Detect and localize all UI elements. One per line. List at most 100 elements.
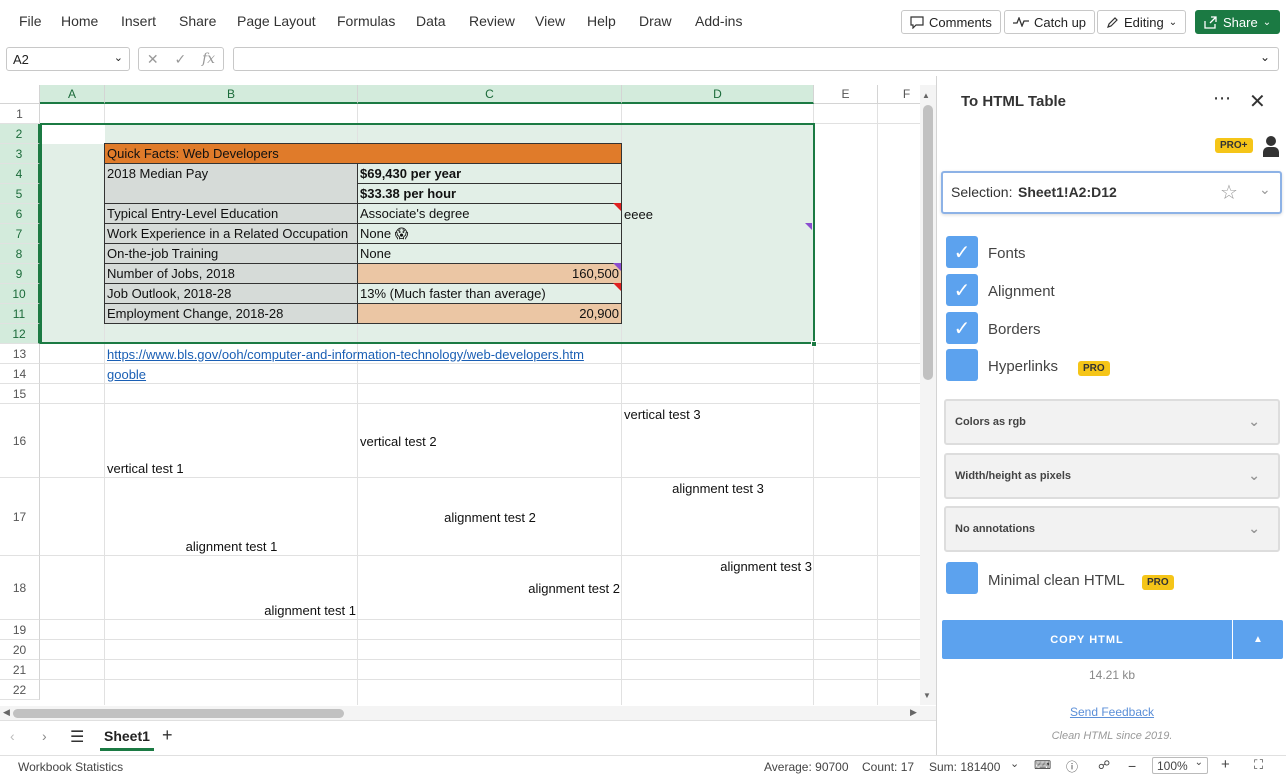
cell-c16[interactable]: vertical test 2 xyxy=(358,432,439,450)
alignment-checkbox[interactable]: ✓ xyxy=(946,274,978,306)
fill-handle[interactable] xyxy=(811,341,817,347)
menu-file[interactable]: File xyxy=(19,13,42,29)
sheet-tab-sheet1[interactable]: Sheet1 xyxy=(100,721,154,751)
worksheet-grid[interactable]: A B C D E F 1 2 3 4 5 6 7 8 9 10 11 12 1… xyxy=(0,85,936,705)
column-header-a[interactable]: A xyxy=(40,85,105,104)
row-header-11[interactable]: 11 xyxy=(0,304,40,324)
row-header-3[interactable]: 3 xyxy=(0,144,40,164)
cell-d17[interactable]: alignment test 3 xyxy=(622,479,814,497)
row-header-1[interactable]: 1 xyxy=(0,104,40,124)
row-header-14[interactable]: 14 xyxy=(0,364,40,384)
scroll-left-icon[interactable]: ◀ xyxy=(3,707,10,718)
menu-page-layout[interactable]: Page Layout xyxy=(237,13,316,29)
row-header-2[interactable]: 2 xyxy=(0,124,40,144)
horizontal-scroll-thumb[interactable] xyxy=(13,709,344,718)
hyperlink-cell-b14[interactable]: gooble xyxy=(105,364,148,384)
menu-formulas[interactable]: Formulas xyxy=(337,13,395,29)
row-header-15[interactable]: 15 xyxy=(0,384,40,404)
formula-input[interactable]: ⌄ xyxy=(233,47,1279,71)
star-icon[interactable]: ☆ xyxy=(1220,180,1238,205)
row-header-19[interactable]: 19 xyxy=(0,620,40,640)
pro-plus-badge[interactable]: PRO+ xyxy=(1215,138,1253,153)
menu-review[interactable]: Review xyxy=(469,13,515,29)
vertical-scrollbar[interactable]: ▲ ▼ xyxy=(920,85,936,705)
row-header-12[interactable]: 12 xyxy=(0,324,40,344)
row-header-18[interactable]: 18 xyxy=(0,556,40,620)
row-header-22[interactable]: 22 xyxy=(0,680,40,700)
menu-help[interactable]: Help xyxy=(587,13,616,29)
editing-mode-button[interactable]: Editing ⌄ xyxy=(1097,10,1187,34)
row-header-9[interactable]: 9 xyxy=(0,264,40,284)
row-header-16[interactable]: 16 xyxy=(0,404,40,478)
row-header-7[interactable]: 7 xyxy=(0,224,40,244)
cell-c17[interactable]: alignment test 2 xyxy=(358,508,622,526)
cell-d18[interactable]: alignment test 3 xyxy=(622,557,814,575)
scroll-up-icon[interactable]: ▲ xyxy=(922,91,930,100)
fonts-checkbox[interactable]: ✓ xyxy=(946,236,978,268)
vertical-scroll-thumb[interactable] xyxy=(923,105,933,380)
row-header-6[interactable]: 6 xyxy=(0,204,40,224)
minimal-html-checkbox[interactable] xyxy=(946,562,978,594)
cell-b16[interactable]: vertical test 1 xyxy=(105,459,186,477)
next-sheet-icon[interactable]: › xyxy=(42,728,47,744)
chevron-down-icon[interactable]: ⌄ xyxy=(1260,50,1270,64)
copy-html-button[interactable]: COPY HTML xyxy=(942,620,1232,659)
borders-checkbox[interactable]: ✓ xyxy=(946,312,978,344)
catch-up-button[interactable]: Catch up xyxy=(1004,10,1096,34)
workbook-statistics[interactable]: Workbook Statistics xyxy=(18,760,123,774)
add-sheet-icon[interactable]: + xyxy=(162,725,173,746)
menu-draw[interactable]: Draw xyxy=(639,13,672,29)
row-header-20[interactable]: 20 xyxy=(0,640,40,660)
row-header-21[interactable]: 21 xyxy=(0,660,40,680)
zoom-in-icon[interactable]: + xyxy=(1221,756,1230,773)
copy-options-button[interactable]: ▲ xyxy=(1233,620,1283,659)
chevron-down-icon[interactable]: ⌄ xyxy=(1010,757,1019,770)
column-header-e[interactable]: E xyxy=(814,85,878,104)
row-header-17[interactable]: 17 xyxy=(0,478,40,556)
menu-insert[interactable]: Insert xyxy=(121,13,156,29)
selection-field[interactable]: Selection: Sheet1!A2:D12 ☆ ⌄ xyxy=(941,171,1282,214)
all-sheets-icon[interactable]: ☰ xyxy=(70,727,84,747)
menu-data[interactable]: Data xyxy=(416,13,446,29)
horizontal-scrollbar[interactable]: ◀ ▶ xyxy=(0,706,936,720)
cell-c18[interactable]: alignment test 2 xyxy=(358,579,622,597)
scroll-right-icon[interactable]: ▶ xyxy=(910,707,917,718)
confirm-icon[interactable]: ✓ xyxy=(174,51,186,68)
help-icon[interactable]: ⓘ xyxy=(1066,758,1078,775)
row-header-13[interactable]: 13 xyxy=(0,344,40,364)
cancel-icon[interactable]: ✕ xyxy=(147,51,159,68)
row-header-10[interactable]: 10 xyxy=(0,284,40,304)
more-options-icon[interactable]: ⋯ xyxy=(1213,88,1232,109)
name-box[interactable]: A2 ⌄ xyxy=(6,47,130,71)
comments-button[interactable]: Comments xyxy=(901,10,1001,34)
menu-add-ins[interactable]: Add-ins xyxy=(695,13,742,29)
menu-view[interactable]: View xyxy=(535,13,565,29)
menu-share[interactable]: Share xyxy=(179,13,216,29)
annotations-dropdown[interactable]: No annotations ⌄ xyxy=(944,506,1280,552)
row-header-5[interactable]: 5 xyxy=(0,184,40,204)
dimensions-dropdown[interactable]: Width/height as pixels ⌄ xyxy=(944,453,1280,499)
cell-b17[interactable]: alignment test 1 xyxy=(105,537,358,555)
column-header-b[interactable]: B xyxy=(105,85,358,104)
user-icon[interactable] xyxy=(1263,135,1279,157)
fullscreen-icon[interactable]: ⛶ xyxy=(1254,757,1263,773)
cell-b18[interactable]: alignment test 1 xyxy=(105,601,358,619)
row-header-4[interactable]: 4 xyxy=(0,164,40,184)
send-feedback-link[interactable]: Send Feedback xyxy=(937,705,1286,719)
menu-home[interactable]: Home xyxy=(61,13,98,29)
scroll-down-icon[interactable]: ▼ xyxy=(923,691,931,700)
function-icon[interactable]: fx xyxy=(202,51,215,67)
zoom-select[interactable]: 100% ⌄ xyxy=(1152,757,1208,774)
cell-d16[interactable]: vertical test 3 xyxy=(622,405,703,423)
zoom-out-icon[interactable]: − xyxy=(1128,758,1136,774)
column-header-d[interactable]: D xyxy=(622,85,814,104)
select-all-corner[interactable] xyxy=(0,85,40,104)
close-icon[interactable]: ✕ xyxy=(1249,89,1266,114)
colors-dropdown[interactable]: Colors as rgb ⌄ xyxy=(944,399,1280,445)
hyperlinks-checkbox[interactable] xyxy=(946,349,978,381)
hyperlink-cell-b13[interactable]: https://www.bls.gov/ooh/computer-and-inf… xyxy=(105,344,586,364)
prev-sheet-icon[interactable]: ‹ xyxy=(10,728,15,744)
column-header-c[interactable]: C xyxy=(358,85,622,104)
keyboard-icon[interactable]: ⌨ xyxy=(1034,758,1051,772)
chevron-down-icon[interactable]: ⌄ xyxy=(1259,181,1271,198)
